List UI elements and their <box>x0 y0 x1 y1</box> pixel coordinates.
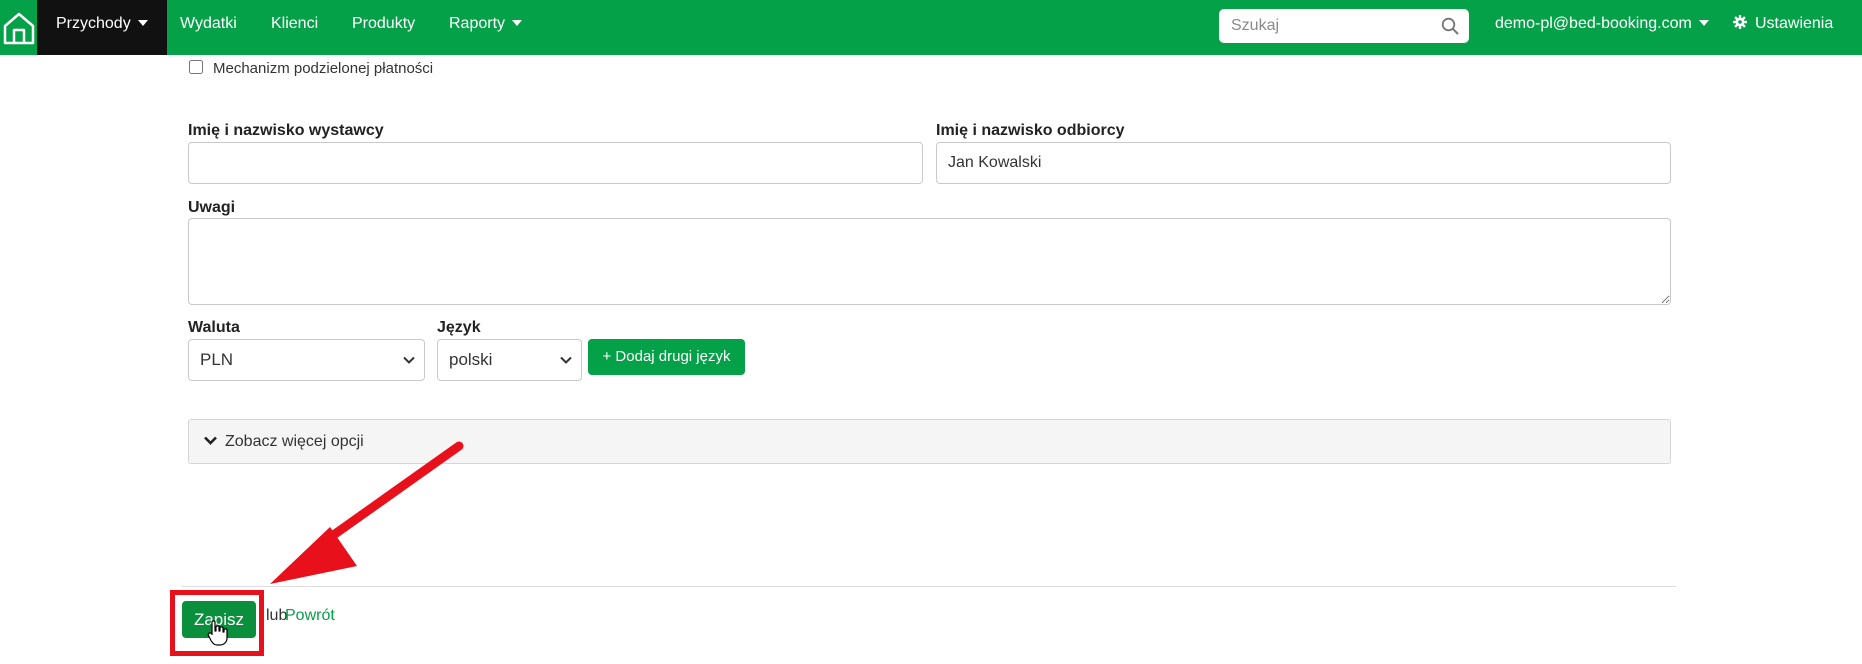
home-icon <box>3 12 34 44</box>
language-select[interactable]: polski <box>437 339 582 381</box>
chevron-down-icon <box>204 436 217 445</box>
save-button[interactable]: Zapisz <box>182 601 256 638</box>
nav-item-wydatki[interactable]: Wydatki <box>180 0 237 55</box>
notes-label: Uwagi <box>188 199 236 216</box>
recipient-name-input[interactable] <box>936 142 1671 184</box>
search-input[interactable] <box>1219 9 1434 43</box>
nav-item-przychody[interactable]: Przychody <box>37 0 167 55</box>
nav-item-produkty[interactable]: Produkty <box>352 0 415 55</box>
chevron-down-icon <box>403 356 415 364</box>
issuer-name-input[interactable] <box>188 142 923 184</box>
annotation-overlay <box>207 441 464 646</box>
gear-icon <box>1733 15 1747 29</box>
notes-textarea[interactable] <box>188 218 1671 305</box>
settings-menu[interactable]: Ustawienia <box>1733 0 1833 55</box>
more-options-toggle[interactable]: Zobacz więcej opcji <box>188 419 1671 464</box>
nav-item-klienci[interactable]: Klienci <box>271 0 318 55</box>
annotation-arrow <box>270 441 464 584</box>
issuer-label: Imię i nazwisko wystawcy <box>188 122 384 139</box>
user-menu[interactable]: demo-pl@bed-booking.com <box>1495 0 1709 55</box>
caret-down-icon <box>1698 20 1709 26</box>
home-button[interactable] <box>0 0 37 55</box>
split-payment-label: Mechanizm podzielonej płatności <box>213 60 434 77</box>
add-language-button[interactable]: + Dodaj drugi język <box>588 339 745 375</box>
currency-value: PLN <box>200 350 234 369</box>
nav-item-raporty[interactable]: Raporty <box>449 0 523 55</box>
search-box <box>1219 9 1469 43</box>
language-value: polski <box>449 350 493 369</box>
back-link[interactable]: Powrót <box>285 607 335 625</box>
language-label: Język <box>437 319 481 336</box>
top-navbar: Przychody Wydatki Klienci Produkty Rapor… <box>0 0 1862 55</box>
currency-label: Waluta <box>188 319 240 336</box>
caret-down-icon <box>137 20 148 26</box>
chevron-down-icon <box>560 356 572 364</box>
more-options-label: Zobacz więcej opcji <box>225 433 364 450</box>
split-payment-checkbox[interactable] <box>189 60 203 74</box>
currency-select[interactable]: PLN <box>188 339 425 381</box>
caret-down-icon <box>512 20 523 26</box>
search-icon[interactable] <box>1441 17 1459 35</box>
footer-divider <box>182 586 1676 587</box>
recipient-label: Imię i nazwisko odbiorcy <box>936 122 1125 139</box>
